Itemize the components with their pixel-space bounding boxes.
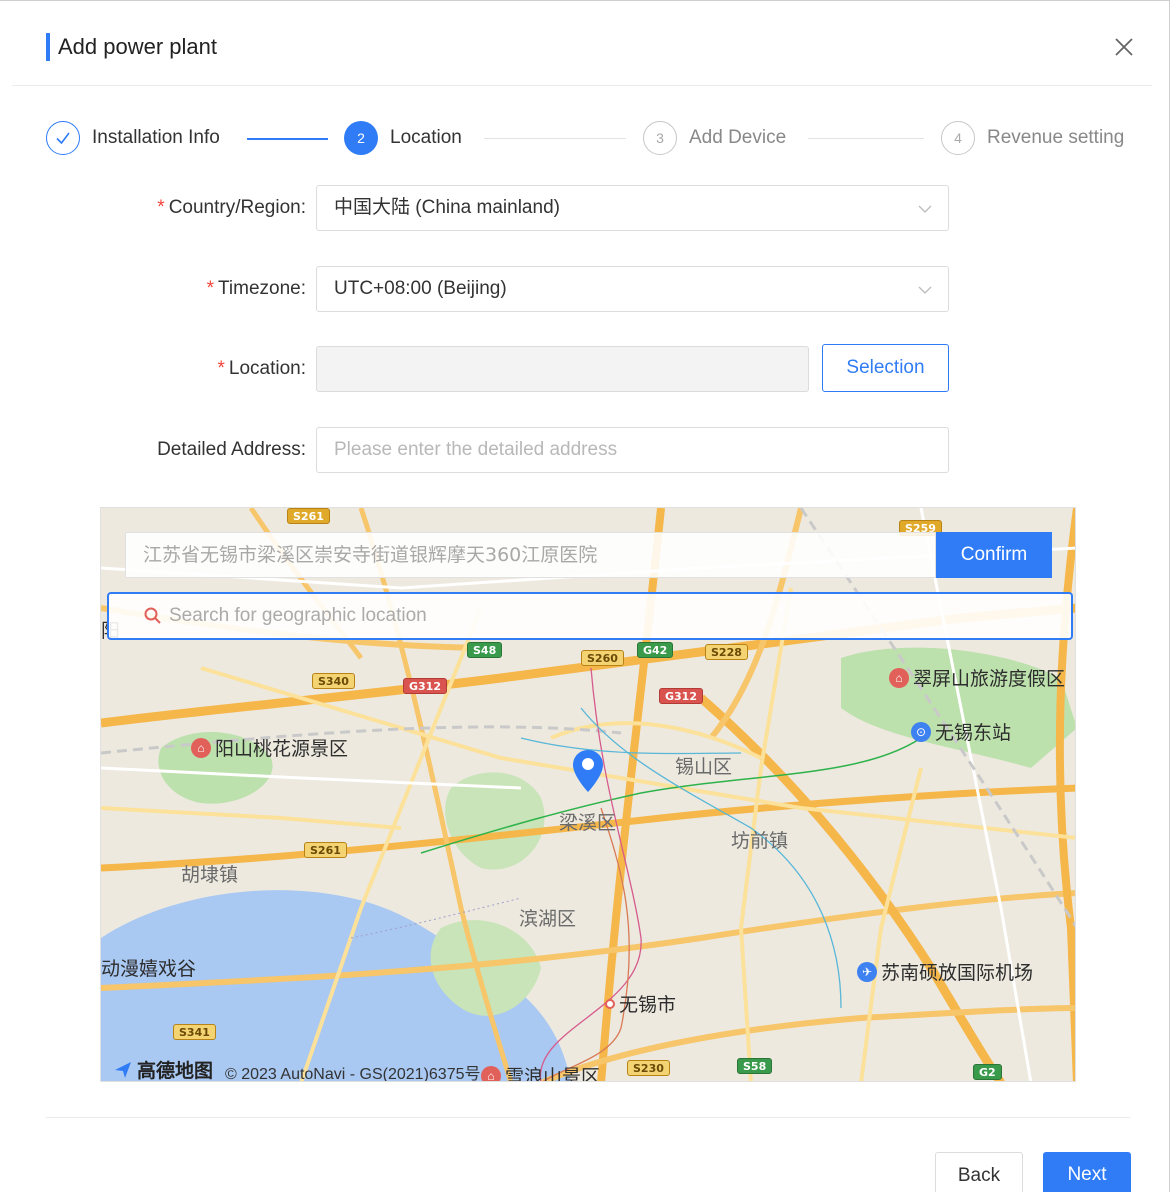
poi-cuiping: ⌂ 翠屏山旅游度假区	[889, 664, 1065, 691]
step-label: Add Device	[689, 127, 787, 148]
train-station-icon: ⊙	[911, 721, 931, 742]
map-label: 胡埭镇	[181, 864, 239, 886]
back-button[interactable]: Back	[935, 1152, 1023, 1192]
required-mark: *	[206, 278, 214, 299]
location-pin-icon	[573, 750, 603, 792]
step-number: 4	[941, 121, 975, 155]
next-button[interactable]: Next	[1043, 1152, 1131, 1192]
navigation-arrow-icon	[115, 1061, 131, 1078]
city-dot-icon	[605, 998, 615, 1009]
chevron-down-icon	[918, 286, 932, 294]
scenic-pin-icon: ⌂	[481, 1065, 501, 1081]
dialog-title: Add power plant	[58, 34, 217, 59]
poi-xueliang: ⌂ 雪浪山景区	[481, 1062, 600, 1081]
poi-wuxi-city: 无锡市	[605, 990, 676, 1017]
road-shield: S58	[737, 1058, 773, 1074]
road-shield: S340	[312, 673, 355, 689]
check-icon	[46, 121, 80, 155]
road-shield: S261	[304, 842, 347, 858]
map-provider-logo: 高德地图	[113, 1056, 213, 1081]
location-label: * Location:	[217, 358, 306, 379]
step-location: 2 Location	[344, 120, 462, 156]
scenic-pin-icon: ⌂	[889, 667, 909, 688]
road-shield: G312	[659, 688, 703, 704]
road-shield: G42	[637, 642, 674, 658]
location-field	[316, 346, 809, 392]
chevron-down-icon	[918, 205, 932, 213]
road-shield: S260	[581, 650, 624, 666]
map-label: 锡山区	[675, 756, 733, 778]
map-label: 滨湖区	[519, 908, 577, 930]
map-view[interactable]: S261 S259 S48 S260 G42 S228 S340 G312 G3…	[100, 507, 1076, 1082]
step-label: Revenue setting	[987, 127, 1125, 148]
map-copyright: © 2023 AutoNavi - GS(2021)6375号	[225, 1066, 481, 1082]
step-number: 2	[344, 121, 378, 155]
map-label: 梁溪区	[559, 812, 617, 834]
close-icon[interactable]	[1112, 35, 1136, 59]
required-mark: *	[157, 197, 165, 218]
poi-wuxi-east: ⊙ 无锡东站	[911, 718, 1011, 745]
road-shield: S261	[287, 508, 330, 524]
timezone-select[interactable]: UTC+08:00 (Beijing)	[316, 266, 949, 312]
timezone-label: * Timezone:	[206, 278, 306, 299]
country-select[interactable]: 中国大陆 (China mainland)	[316, 185, 949, 231]
detailed-address-field	[316, 427, 949, 473]
selection-button[interactable]: Selection	[822, 344, 949, 392]
search-icon	[144, 607, 161, 624]
country-label: * Country/Region:	[157, 197, 306, 218]
timezone-value: UTC+08:00 (Beijing)	[334, 278, 507, 299]
add-power-plant-dialog: Add power plant Installation Info 2 Loca…	[0, 0, 1170, 1192]
dialog-header: Add power plant	[12, 1, 1152, 86]
map-search-input[interactable]	[169, 594, 1049, 638]
road-shield: G2	[973, 1064, 1002, 1080]
road-shield: G312	[403, 678, 447, 694]
confirm-button[interactable]: Confirm	[936, 532, 1052, 578]
country-value: 中国大陆 (China mainland)	[334, 197, 560, 218]
required-mark: *	[217, 358, 225, 379]
step-label: Installation Info	[92, 127, 220, 148]
road-shield: S230	[627, 1060, 670, 1076]
detailed-address-input[interactable]	[334, 439, 948, 461]
step-add-device: 3 Add Device	[643, 120, 786, 156]
map-label: 动漫嬉戏谷	[101, 958, 197, 980]
scenic-pin-icon: ⌂	[191, 737, 211, 758]
road-shield: S341	[173, 1024, 216, 1040]
selected-address-display: 江苏省无锡市梁溪区崇安寺街道银辉摩天360江原医院	[125, 532, 936, 578]
step-connector	[247, 138, 328, 140]
airport-icon: ✈	[857, 961, 877, 982]
map-label: 坊前镇	[731, 830, 789, 852]
road-shield: S48	[467, 642, 503, 658]
road-shield: S228	[705, 644, 748, 660]
step-number: 3	[643, 121, 677, 155]
footer-divider	[46, 1117, 1130, 1118]
step-revenue-setting: 4 Revenue setting	[941, 120, 1124, 156]
poi-sunan-airport: ✈ 苏南硕放国际机场	[857, 958, 1033, 985]
title-accent-bar	[46, 33, 50, 61]
map-search-box	[107, 592, 1073, 640]
step-label: Location	[390, 127, 462, 148]
step-installation-info: Installation Info	[46, 120, 220, 156]
step-connector	[484, 138, 626, 139]
poi-yangshan: ⌂ 阳山桃花源景区	[191, 734, 348, 761]
detailed-address-label: Detailed Address:	[157, 439, 306, 460]
step-connector	[808, 138, 924, 139]
